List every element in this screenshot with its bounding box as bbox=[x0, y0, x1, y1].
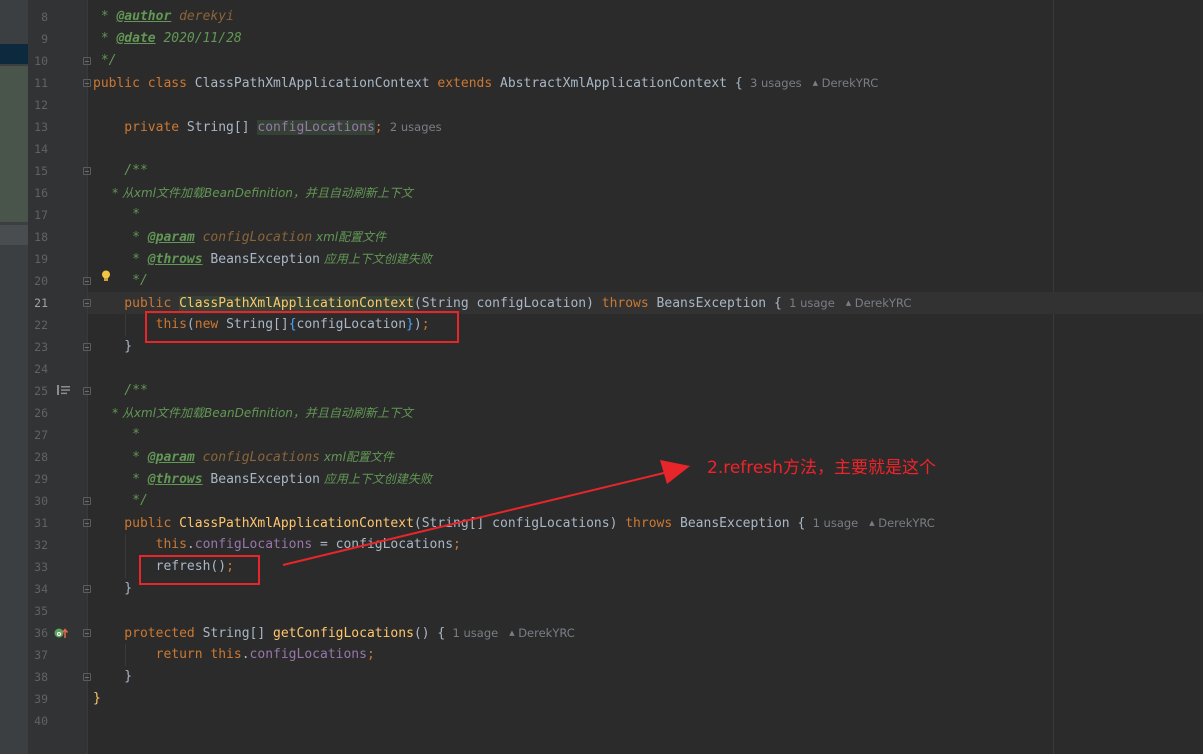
annotation-note: 2.refresh方法，主要就是这个 bbox=[707, 458, 936, 478]
annotation-arrow bbox=[282, 460, 690, 566]
